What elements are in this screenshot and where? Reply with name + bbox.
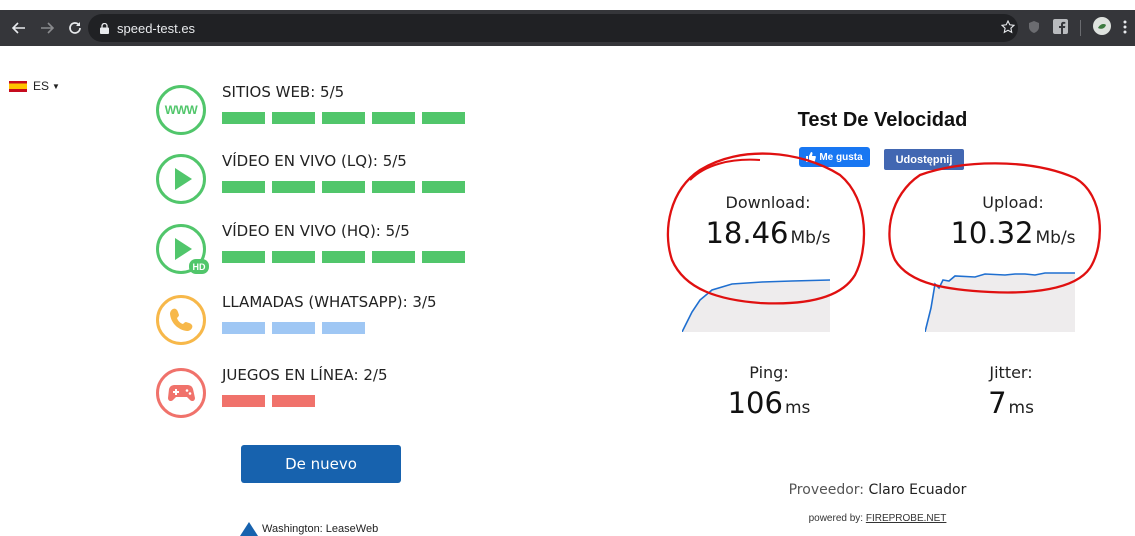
rating-bar-segment [222, 322, 265, 334]
rating-bars [222, 112, 465, 124]
upload-graph [925, 272, 1075, 332]
upload-unit: Mb/s [1035, 228, 1076, 248]
facebook-like-button[interactable]: Me gusta [799, 147, 870, 167]
thumbs-up-icon [806, 152, 817, 162]
tab-strip [0, 0, 1135, 10]
phone-icon [156, 295, 206, 345]
rating-bar-segment [322, 251, 365, 263]
rating-label: VÍDEO EN VIVO (HQ): 5/5 [222, 222, 410, 240]
powered-label: powered by: [808, 513, 864, 524]
page-title: Test De Velocidad [797, 109, 968, 131]
ping-unit: ms [784, 398, 811, 418]
upload-metric: Upload: 10.32 Mb/s [913, 193, 1113, 250]
rating-bar-segment [272, 322, 315, 334]
rating-bar-segment [372, 251, 415, 263]
rating-label: JUEGOS EN LÍNEA: 2/5 [222, 366, 388, 384]
url-text[interactable]: speed-test.es [117, 21, 195, 36]
rating-calls: LLAMADAS (WHATSAPP): 3/5 [156, 293, 476, 351]
download-metric: Download: 18.46 Mb/s [668, 193, 868, 250]
rating-bar-segment [222, 181, 265, 193]
ping-label: Ping: [749, 363, 789, 382]
jitter-label: Jitter: [989, 363, 1033, 382]
lock-icon [100, 19, 109, 38]
provider-name: Claro Ecuador [868, 482, 967, 498]
avatar[interactable] [1093, 17, 1111, 39]
address-bar[interactable]: speed-test.es [88, 14, 1018, 42]
spain-flag-icon [9, 80, 27, 92]
download-unit: Mb/s [790, 228, 831, 248]
jitter-value: 7 [988, 386, 1007, 420]
language-code: ES [33, 79, 50, 93]
back-icon[interactable] [10, 19, 28, 37]
powered-by: powered by: FIREPROBE.NET [760, 513, 995, 524]
server-info: Washington: LeaseWeb [240, 522, 378, 536]
hd-badge: HD [189, 259, 209, 274]
download-graph [682, 279, 831, 332]
rating-video-hq: HD VÍDEO EN VIVO (HQ): 5/5 [156, 222, 476, 280]
rating-bar-segment [372, 181, 415, 193]
forward-icon[interactable] [38, 19, 56, 37]
bookmark-star-icon[interactable] [1000, 19, 1016, 38]
rating-bar-segment [322, 181, 365, 193]
rating-bar-segment [272, 112, 315, 124]
download-label: Download: [725, 193, 811, 212]
rating-label: LLAMADAS (WHATSAPP): 3/5 [222, 293, 437, 311]
facebook-extension-icon[interactable] [1053, 18, 1068, 38]
rating-websites: WWW SITIOS WEB: 5/5 [156, 83, 476, 141]
ping-metric: Ping: 106 ms [669, 363, 869, 420]
upload-label: Upload: [982, 193, 1044, 212]
www-icon: WWW [156, 85, 206, 135]
triangle-icon [240, 522, 258, 536]
gamepad-icon [156, 368, 206, 418]
menu-kebab-icon[interactable] [1123, 19, 1127, 38]
rating-label: VÍDEO EN VIVO (LQ): 5/5 [222, 152, 407, 170]
upload-value: 10.32 [950, 216, 1034, 250]
rating-bars [222, 251, 465, 263]
rating-bar-segment [372, 112, 415, 124]
facebook-share-button[interactable]: Udostępnij [884, 149, 964, 170]
browser-chrome: speed-test.es [0, 0, 1135, 47]
rating-bar-segment [422, 251, 465, 263]
rating-bar-segment [222, 112, 265, 124]
www-icon-text: WWW [164, 103, 198, 117]
toolbar-divider [1080, 20, 1081, 36]
ping-value: 106 [727, 386, 783, 420]
reload-icon[interactable] [66, 19, 84, 37]
rating-bars [222, 395, 315, 407]
rating-label: SITIOS WEB: 5/5 [222, 83, 345, 101]
rating-bar-segment [322, 112, 365, 124]
rating-video-lq: VÍDEO EN VIVO (LQ): 5/5 [156, 152, 476, 210]
rating-bar-segment [272, 395, 315, 407]
rating-bars [222, 181, 465, 193]
provider-label: Proveedor: [788, 482, 865, 498]
browser-toolbar: speed-test.es [0, 10, 1135, 46]
server-name: Washington: LeaseWeb [262, 523, 379, 535]
rating-bars [222, 322, 365, 334]
rating-bar-segment [272, 251, 315, 263]
rating-bar-segment [422, 181, 465, 193]
play-icon [156, 154, 206, 204]
caret-down-icon: ▼ [52, 81, 60, 91]
like-label: Me gusta [819, 151, 863, 163]
shield-extension-icon[interactable] [1027, 19, 1041, 38]
rating-bar-segment [422, 112, 465, 124]
download-value: 18.46 [705, 216, 789, 250]
provider-info: Proveedor: Claro Ecuador [760, 482, 995, 498]
rating-bar-segment [322, 322, 365, 334]
rating-bar-segment [222, 395, 265, 407]
play-hd-icon: HD [156, 224, 209, 274]
retry-button[interactable]: De nuevo [241, 445, 401, 483]
language-selector[interactable]: ES ▼ [9, 79, 60, 93]
fireprobe-link[interactable]: FIREPROBE.NET [866, 513, 947, 524]
jitter-metric: Jitter: 7 ms [911, 363, 1111, 420]
rating-gaming: JUEGOS EN LÍNEA: 2/5 [156, 366, 476, 424]
rating-bar-segment [222, 251, 265, 263]
jitter-unit: ms [1008, 398, 1034, 418]
toolbar-actions [1000, 17, 1127, 39]
rating-bar-segment [272, 181, 315, 193]
